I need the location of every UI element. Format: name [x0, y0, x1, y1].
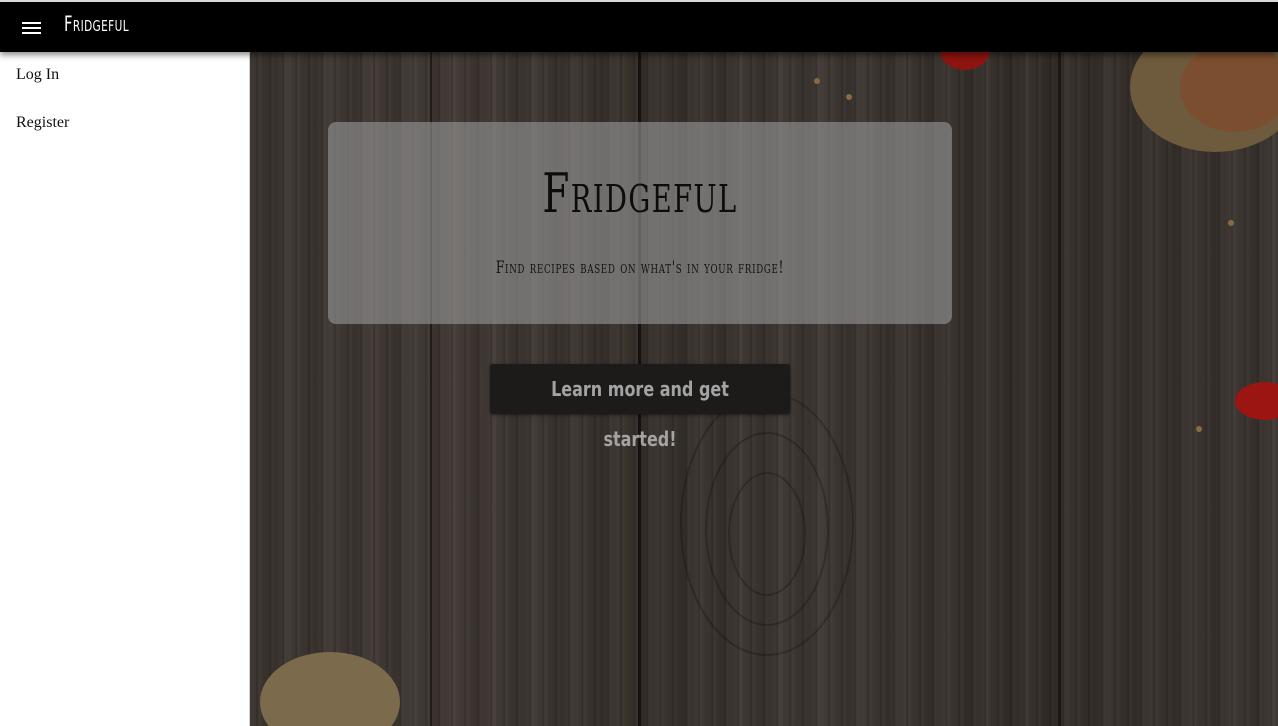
wood-knot — [728, 472, 806, 596]
sidebar-item-log-in[interactable]: Log In — [16, 66, 59, 84]
chili-pepper-decoration — [940, 52, 990, 70]
peppercorn-decoration — [846, 94, 852, 100]
peppercorn-decoration — [1196, 426, 1202, 432]
wood-plank-seam — [1058, 52, 1061, 726]
chili-pepper-decoration — [1235, 382, 1278, 420]
hero-title: Fridgeful — [542, 162, 738, 225]
hamburger-menu-icon[interactable] — [14, 15, 50, 41]
hero-card: Fridgeful Find recipes based on what's i… — [328, 122, 952, 324]
app-title[interactable]: Fridgeful — [64, 12, 129, 36]
sidebar-item-register[interactable]: Register — [16, 114, 69, 132]
sidebar: Log In Register — [0, 52, 250, 726]
hero-background: Fridgeful Find recipes based on what's i… — [250, 52, 1278, 726]
peppercorn-decoration — [814, 78, 820, 84]
pasta-decoration — [260, 652, 400, 726]
peppercorn-decoration — [1228, 220, 1234, 226]
get-started-button[interactable]: Learn more and get started! — [490, 364, 790, 451]
top-navigation-bar: Fridgeful — [0, 0, 1278, 52]
get-started-button-label: Learn more and get started! — [551, 377, 729, 451]
hero-subtitle: Find recipes based on what's in your fri… — [495, 258, 785, 278]
